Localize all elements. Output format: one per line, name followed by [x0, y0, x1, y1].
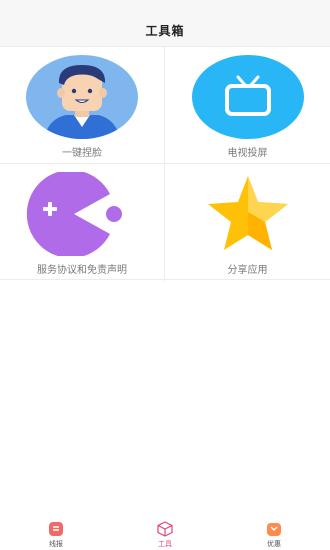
tool-label-face: 一键捏脸 [62, 148, 102, 159]
tool-label-terms: 服务协议和免责声明 [37, 265, 127, 276]
face-avatar-icon [26, 55, 138, 143]
tab-label-tools: 工具 [158, 540, 172, 548]
gamepad-pacman-icon [26, 170, 138, 260]
tab-news[interactable]: 线报 [26, 514, 86, 550]
tool-label-tv-cast: 电视投屏 [227, 148, 268, 159]
star-icon [192, 172, 304, 260]
tab-deals[interactable]: 优惠 [244, 514, 304, 550]
tool-label-share: 分享应用 [227, 265, 268, 276]
tab-tools[interactable]: 工具 [135, 514, 195, 550]
tool-item-terms[interactable]: 服务协议和免责声明 [0, 164, 165, 281]
tool-item-face[interactable]: 一键捏脸 [0, 47, 165, 164]
news-icon [48, 521, 64, 541]
tool-item-tv-cast[interactable]: 电视投屏 [165, 47, 330, 164]
tab-label-news: 线报 [49, 540, 63, 548]
tool-grid: 一键捏脸 电视投屏 服务协议和免责声明 分享应用 [0, 46, 330, 281]
cube-icon [157, 521, 173, 541]
coupon-bag-icon [266, 521, 282, 541]
page-title: 工具箱 [145, 24, 185, 38]
tool-item-share[interactable]: 分享应用 [165, 164, 330, 281]
tv-icon [191, 55, 304, 143]
tab-label-deals: 优惠 [267, 540, 281, 548]
header-bar: 工具箱 [0, 0, 330, 46]
bottom-tab-bar: 线报 工具 优惠 [0, 514, 330, 550]
